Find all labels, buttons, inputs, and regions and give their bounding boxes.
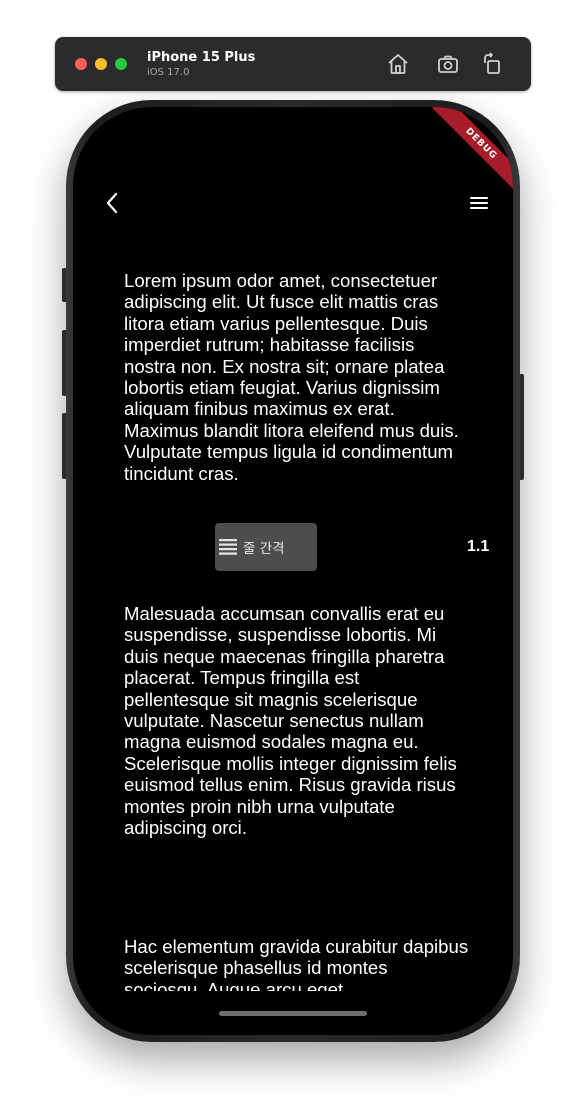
- chevron-left-icon[interactable]: [101, 191, 125, 215]
- minimize-window-button[interactable]: [95, 58, 107, 70]
- paragraph-1: Lorem ipsum odor amet, consectetuer adip…: [124, 270, 459, 484]
- line-spacing-button[interactable]: 줄 간격: [215, 523, 317, 571]
- screenshot-icon[interactable]: [436, 52, 460, 76]
- zoom-window-button[interactable]: [115, 58, 127, 70]
- rotate-icon[interactable]: [481, 52, 505, 76]
- home-indicator[interactable]: [219, 1011, 367, 1016]
- paragraph-3: Hac elementum gravida curabitur dapibus …: [124, 936, 469, 991]
- debug-banner: DEBUG: [432, 107, 513, 193]
- simulator-toolbar: iPhone 15 Plus iOS 17.0: [55, 37, 531, 91]
- phone-screen: DEBUG Lorem ipsum odor amet, consectetue…: [73, 107, 513, 1035]
- dynamic-island: [230, 135, 356, 171]
- home-icon[interactable]: [386, 52, 410, 76]
- hamburger-menu-icon[interactable]: [467, 191, 491, 215]
- line-spacing-label: 줄 간격: [243, 541, 285, 557]
- line-spacing-value: 1.1: [467, 538, 490, 555]
- reader-content: Lorem ipsum odor amet, consectetuer adip…: [124, 267, 469, 991]
- device-name: iPhone 15 Plus: [147, 50, 256, 65]
- close-window-button[interactable]: [75, 58, 87, 70]
- line-spacing-icon: [219, 539, 237, 555]
- os-version: iOS 17.0: [147, 67, 190, 78]
- paragraph-2: Malesuada accumsan convallis erat eu sus…: [124, 603, 457, 839]
